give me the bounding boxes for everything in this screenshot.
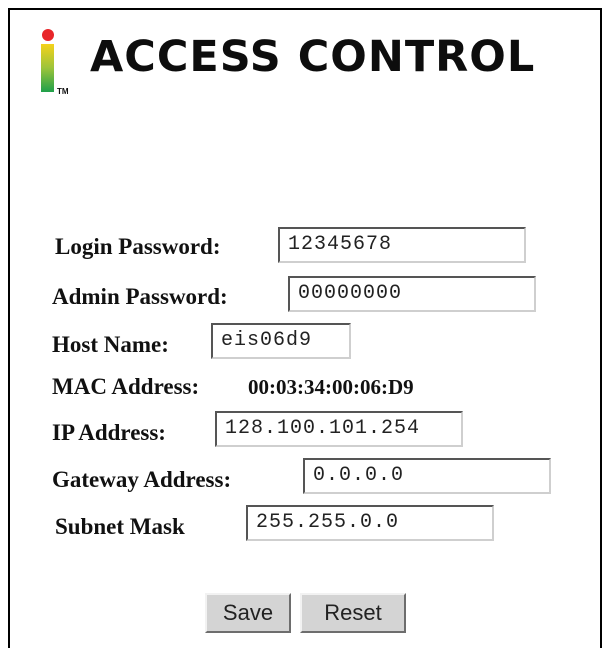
subnet-mask-input[interactable]: 255.255.0.0 xyxy=(246,505,494,541)
i-logo-icon: TM xyxy=(41,29,69,96)
mac-address-value: 00:03:34:00:06:D9 xyxy=(248,375,414,399)
host-name-label: Host Name: xyxy=(52,332,169,357)
save-button[interactable]: Save xyxy=(205,593,291,633)
app-title: ACCESS CONTROL xyxy=(90,32,536,82)
admin-password-input[interactable]: 00000000 xyxy=(288,276,536,312)
mac-address-label: MAC Address: xyxy=(52,374,200,399)
ip-address-input[interactable]: 128.100.101.254 xyxy=(215,411,463,447)
gateway-address-label: Gateway Address: xyxy=(52,467,232,492)
trademark-mark: TM xyxy=(57,87,69,96)
subnet-mask-label: Subnet Mask xyxy=(55,514,185,539)
reset-button[interactable]: Reset xyxy=(300,593,406,633)
ip-address-label: IP Address: xyxy=(52,420,166,445)
admin-password-label: Admin Password: xyxy=(52,284,228,309)
login-password-label: Login Password: xyxy=(55,234,221,259)
gateway-address-input[interactable]: 0.0.0.0 xyxy=(303,458,551,494)
login-password-input[interactable]: 12345678 xyxy=(278,227,526,263)
host-name-input[interactable]: eis06d9 xyxy=(211,323,351,359)
